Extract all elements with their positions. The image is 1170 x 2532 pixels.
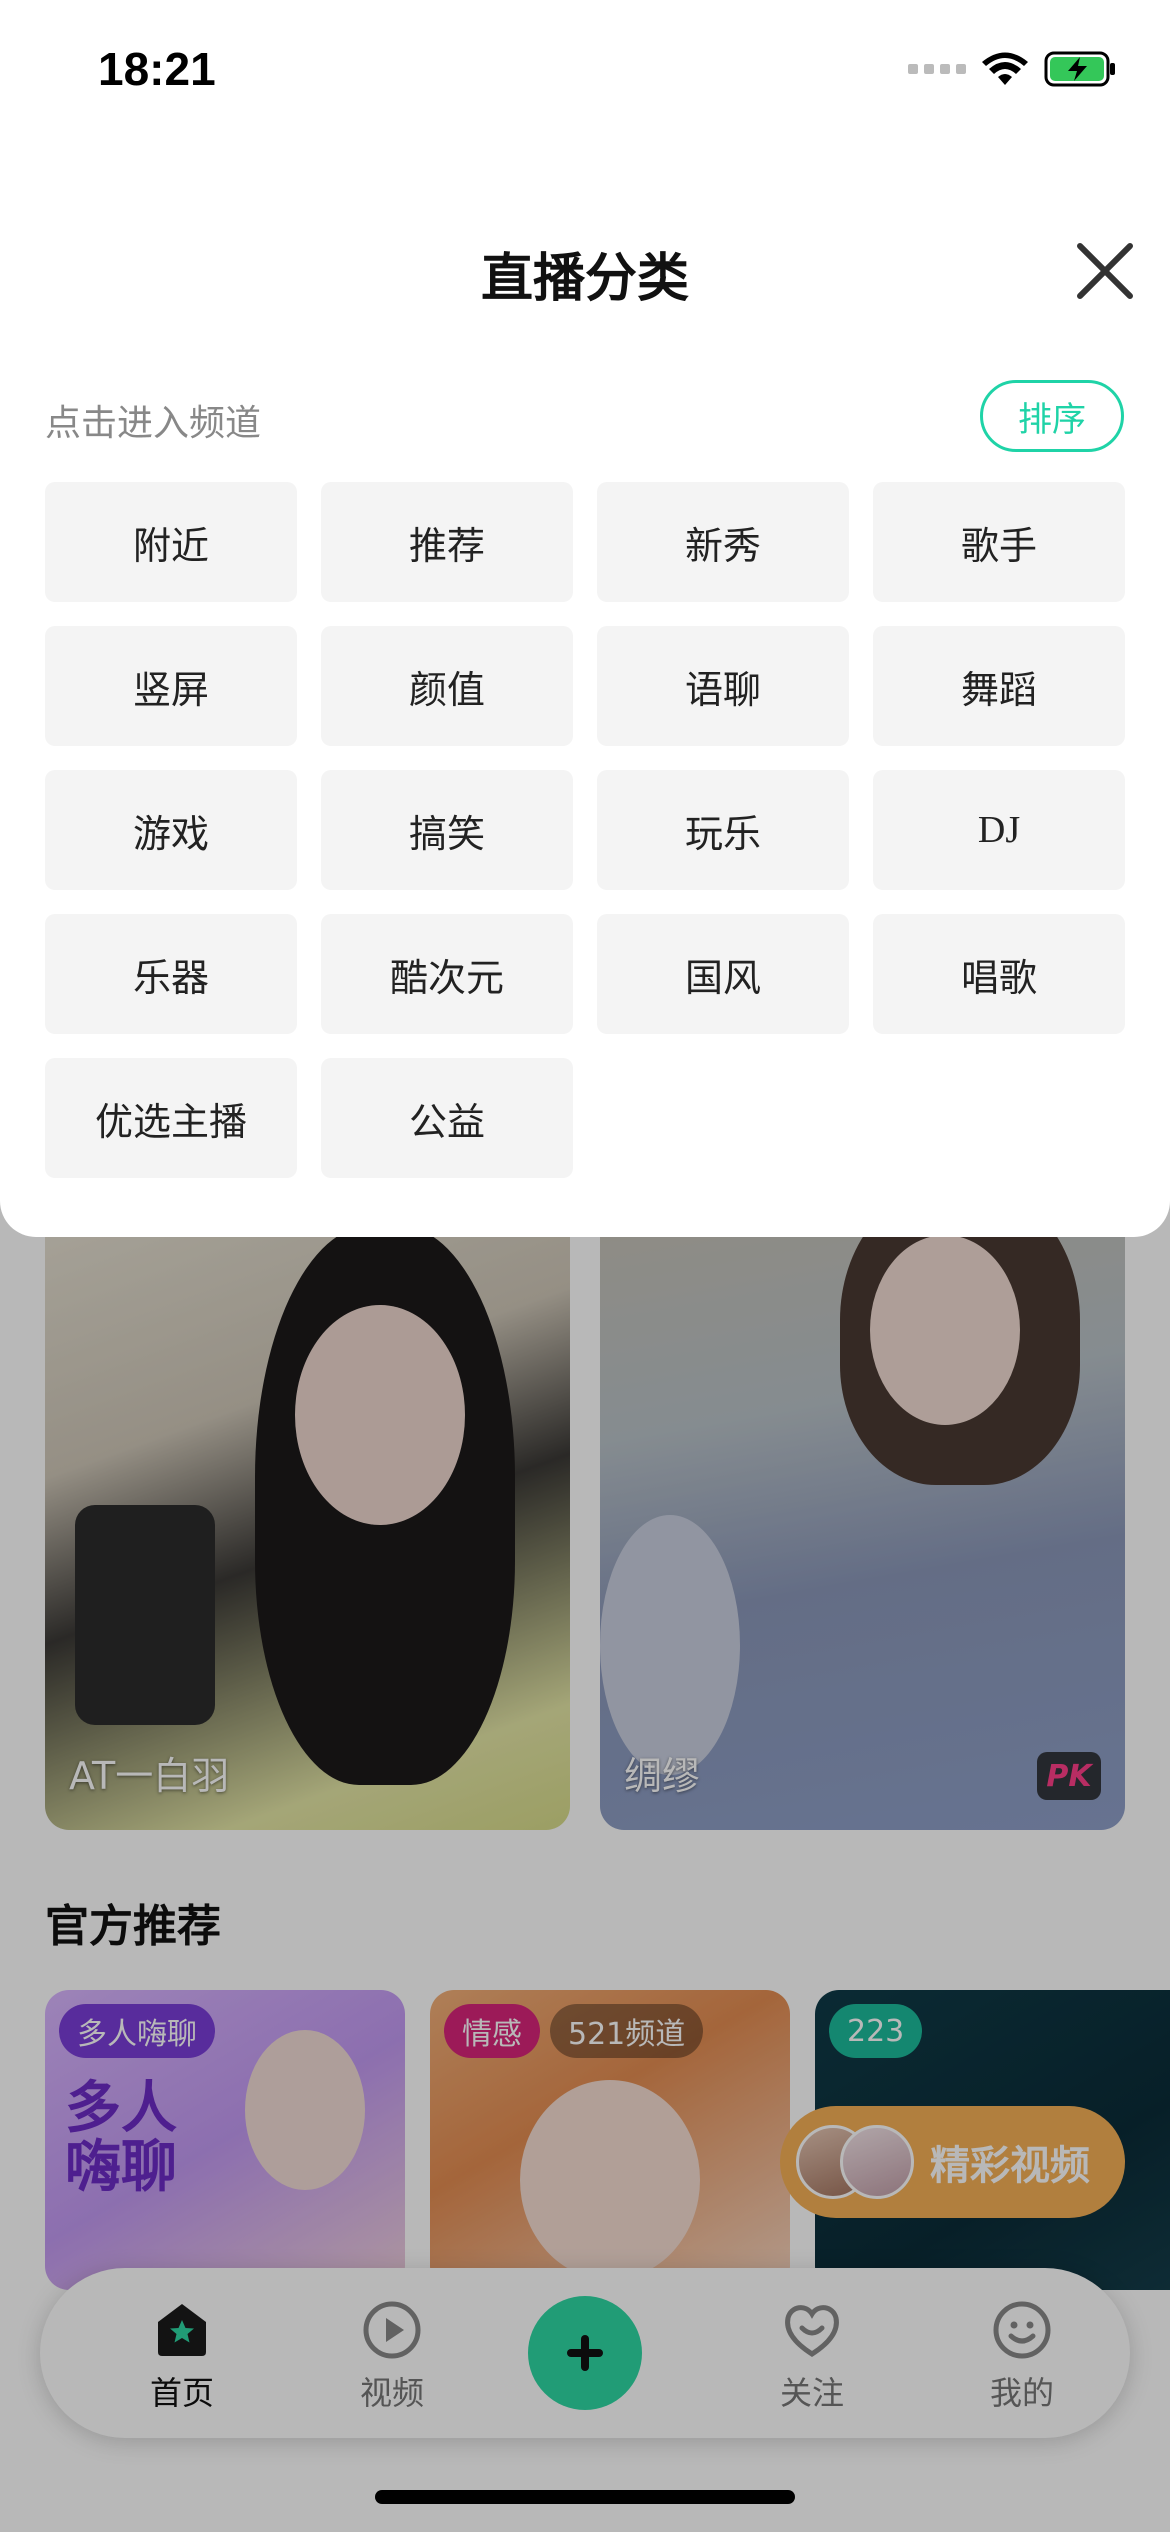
- channel-chip[interactable]: 新秀: [597, 482, 849, 602]
- sort-button[interactable]: 排序: [980, 380, 1124, 452]
- channel-chip[interactable]: 竖屏: [45, 626, 297, 746]
- channel-chip[interactable]: 歌手: [873, 482, 1125, 602]
- channel-chip[interactable]: 游戏: [45, 770, 297, 890]
- channel-chip[interactable]: 酷次元: [321, 914, 573, 1034]
- channel-chip[interactable]: 舞蹈: [873, 626, 1125, 746]
- channel-chip[interactable]: 语聊: [597, 626, 849, 746]
- cellular-signal-icon: [908, 64, 966, 74]
- channel-chip[interactable]: 乐器: [45, 914, 297, 1034]
- channel-chip[interactable]: 唱歌: [873, 914, 1125, 1034]
- channel-chip[interactable]: DJ: [873, 770, 1125, 890]
- wifi-icon: [982, 52, 1028, 85]
- channel-chip[interactable]: 国风: [597, 914, 849, 1034]
- close-icon[interactable]: [1070, 236, 1140, 306]
- channel-chip[interactable]: 玩乐: [597, 770, 849, 890]
- channel-chip[interactable]: 附近: [45, 482, 297, 602]
- page-title: 直播分类: [480, 249, 689, 309]
- channel-hint: 点击进入频道: [45, 403, 262, 444]
- channel-chip[interactable]: 颜值: [321, 626, 573, 746]
- status-time: 18:21: [98, 43, 216, 95]
- channel-chip[interactable]: 公益: [321, 1058, 573, 1178]
- channel-chip[interactable]: 搞笑: [321, 770, 573, 890]
- channel-chip[interactable]: 推荐: [321, 482, 573, 602]
- category-sheet: 18:21 直播分类 点击进入频道 排序 附近 推荐 新秀 歌手 竖屏 颜值 语…: [0, 0, 1170, 1237]
- channel-chip[interactable]: 优选主播: [45, 1058, 297, 1178]
- status-icons: [908, 50, 1118, 88]
- battery-charging-icon: [1044, 51, 1115, 87]
